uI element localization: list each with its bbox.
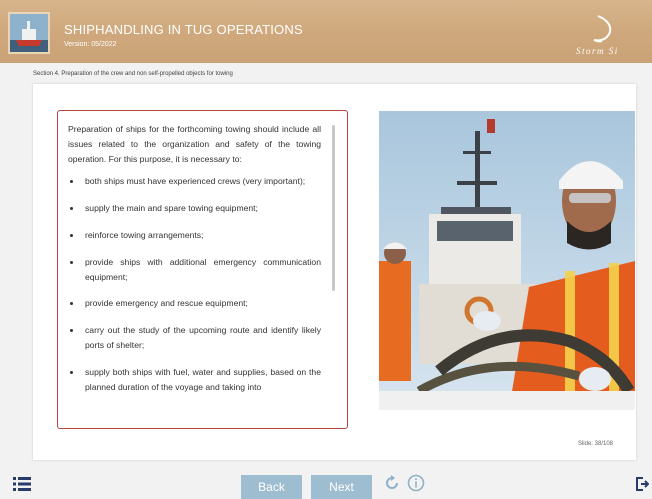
course-version: Version: 05/2022: [64, 41, 117, 48]
list-item: reinforce towing arrangements;: [82, 228, 321, 243]
intro-paragraph: Preparation of ships for the forthcoming…: [68, 124, 321, 164]
tug-crew-photo: [379, 111, 635, 410]
replay-icon[interactable]: [383, 474, 401, 492]
slide-counter: Slide: 38/108: [577, 441, 613, 447]
header: SHIPHANDLING IN TUG OPERATIONS Version: …: [0, 0, 652, 63]
slide-card: Preparation of ships for the forthcoming…: [33, 84, 636, 460]
course-title: SHIPHANDLING IN TUG OPERATIONS: [64, 22, 303, 37]
bullet-list: both ships must have experienced crews (…: [68, 174, 321, 394]
list-item: both ships must have experienced crews (…: [82, 174, 321, 189]
list-item: supply the main and spare towing equipme…: [82, 201, 321, 216]
text-panel[interactable]: Preparation of ships for the forthcoming…: [57, 110, 348, 429]
next-button[interactable]: Next: [311, 475, 372, 499]
list-item: provide emergency and rescue equipment;: [82, 296, 321, 311]
scrollbar[interactable]: [332, 125, 335, 291]
list-item: supply both ships with fuel, water and s…: [82, 365, 321, 395]
storm-logo: Storm Si: [568, 14, 644, 58]
info-icon[interactable]: [407, 474, 425, 492]
menu-icon[interactable]: [13, 477, 31, 491]
list-item: carry out the study of the upcoming rout…: [82, 323, 321, 353]
list-item: provide ships with additional emergency …: [82, 255, 321, 285]
course-thumbnail: [8, 12, 50, 54]
logo-text: Storm Si: [576, 46, 619, 56]
section-title: Section 4. Preparation of the crew and n…: [33, 71, 233, 77]
back-button[interactable]: Back: [241, 475, 302, 499]
exit-icon[interactable]: [635, 477, 650, 491]
text-content: Preparation of ships for the forthcoming…: [58, 111, 347, 394]
